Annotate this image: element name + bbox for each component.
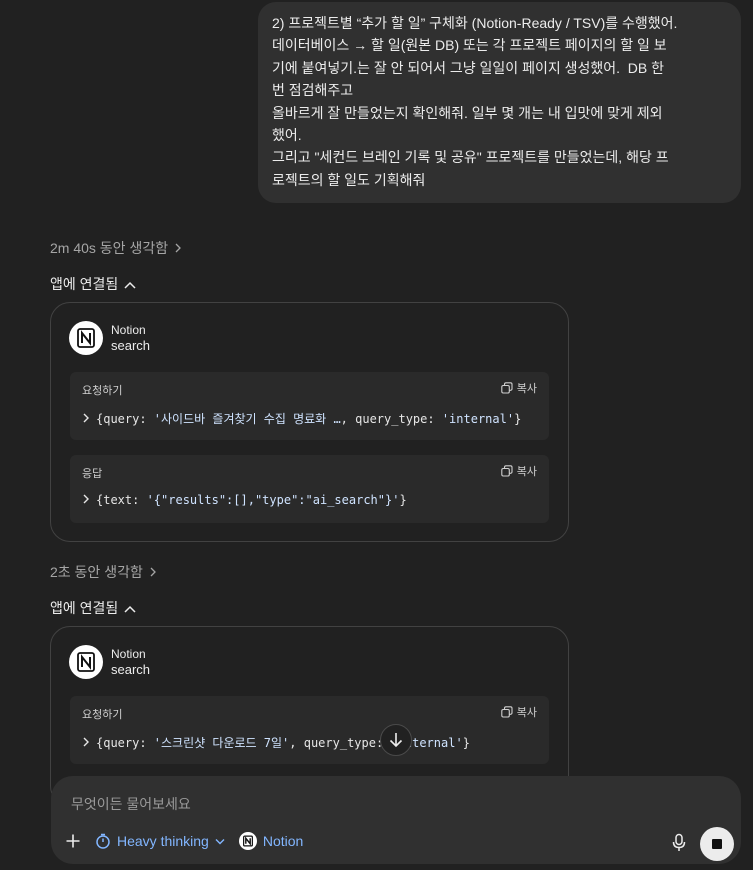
- stop-icon: [712, 839, 722, 849]
- copy-button[interactable]: 복사: [501, 463, 537, 479]
- scroll-to-bottom-button[interactable]: [380, 724, 412, 756]
- user-message-line: 로젝트의 할 일도 기획해줘: [272, 171, 426, 188]
- request-code[interactable]: {query: '사이드바 즐겨찾기 수집 명료화 …, query_type:…: [82, 410, 521, 427]
- copy-label: 복사: [516, 707, 537, 719]
- notion-logo-icon: [238, 832, 257, 850]
- user-message-line: 번 점검해주고: [272, 82, 354, 99]
- plus-icon: [66, 834, 80, 848]
- code-text: , query_type:: [289, 736, 391, 750]
- tool-app-name: Notion: [111, 647, 146, 661]
- copy-icon: [501, 465, 513, 477]
- prompt-input[interactable]: [69, 792, 673, 816]
- thinking-duration-label: 2m 40s 동안 생각함: [50, 240, 169, 256]
- tool-call-header: Notion search: [69, 645, 150, 679]
- code-string: '사이드바 즐겨찾기 수집 명료화 …: [153, 412, 341, 426]
- chevron-right-icon: [82, 412, 90, 426]
- add-attachment-button[interactable]: [65, 833, 81, 849]
- timer-icon: [96, 833, 110, 849]
- notion-logo-icon: [69, 645, 103, 679]
- chevron-right-icon: [82, 493, 90, 507]
- connected-apps-toggle[interactable]: 앱에 연결됨: [50, 274, 136, 294]
- copy-label: 복사: [516, 466, 537, 478]
- user-message-line: 했어.: [272, 127, 302, 144]
- thinking-mode-selector[interactable]: Heavy thinking: [95, 833, 225, 849]
- code-string: 'internal': [441, 412, 515, 426]
- chevron-right-icon: [174, 240, 182, 256]
- user-message-line: 데이터베이스 → 할 일(원본 DB) 또는 각 프로젝트 페이지의 할 일 보: [272, 37, 667, 54]
- request-label: 요청하기: [82, 709, 123, 721]
- request-panel: 요청하기 복사 {query: '사이드바 즐겨찾기 수집 명료화 …, que…: [70, 372, 549, 440]
- user-message-line: 기에 붙여넣기.는 잘 안 되어서 그냥 일일이 페이지 생성했어. DB 한: [272, 59, 665, 76]
- request-panel: 요청하기 복사 {query: '스크린샷 다운로드 7일', query_ty…: [70, 696, 549, 764]
- code-text: }: [514, 412, 522, 426]
- user-message-bubble: 2) 프로젝트별 “추가 할 일” 구체화 (Notion-Ready / TS…: [258, 2, 741, 204]
- code-text: , query_type:: [340, 412, 442, 426]
- code-text: {query:: [96, 412, 154, 426]
- thinking-duration-toggle[interactable]: 2초 동안 생각함: [50, 562, 157, 582]
- user-message-line: 그리고 "세컨드 브레인 기록 및 공유" 프로젝트를 만들었는데, 해당 프: [272, 149, 669, 166]
- tool-name: search: [111, 338, 151, 353]
- connected-apps-toggle[interactable]: 앱에 연결됨: [50, 598, 136, 618]
- thinking-duration-label: 2초 동안 생각함: [50, 564, 143, 580]
- copy-label: 복사: [516, 383, 537, 395]
- thinking-duration-toggle[interactable]: 2m 40s 동안 생각함: [50, 238, 182, 258]
- tool-call-card: Notion search 요청하기 복사 {query: '사이드바 즐겨찾기…: [50, 302, 569, 542]
- code-text: }: [462, 736, 470, 750]
- notion-logo-icon: [69, 321, 103, 355]
- response-code[interactable]: {text: '{"results":[],"type":"ai_search"…: [82, 493, 407, 507]
- copy-icon: [501, 706, 513, 718]
- arrow-down-icon: [389, 733, 403, 748]
- chevron-up-icon: [124, 600, 136, 616]
- copy-icon: [501, 382, 513, 394]
- copy-button[interactable]: 복사: [501, 380, 537, 396]
- user-message-line: 2) 프로젝트별 “추가 할 일” 구체화 (Notion-Ready / TS…: [272, 15, 678, 31]
- code-text: {query:: [96, 736, 154, 750]
- connected-apps-label: 앱에 연결됨: [50, 276, 119, 292]
- connector-label: Notion: [262, 833, 304, 849]
- notion-connector-chip[interactable]: Notion: [238, 832, 304, 850]
- user-message-line: 올바르게 잘 만들었는지 확인해줘. 일부 몇 개는 내 입맛에 맞게 제외: [272, 104, 663, 121]
- thinking-mode-label: Heavy thinking: [117, 833, 209, 849]
- microphone-button[interactable]: [671, 833, 687, 858]
- tool-call-header: Notion search: [69, 321, 150, 355]
- code-string: '스크린샷 다운로드 7일': [153, 736, 290, 750]
- code-text: {text:: [96, 493, 147, 507]
- chevron-right-icon: [149, 564, 157, 580]
- chevron-down-icon: [215, 838, 225, 844]
- response-label: 응답: [82, 468, 103, 480]
- tool-name: search: [111, 662, 151, 677]
- chevron-right-icon: [82, 736, 90, 750]
- stop-generating-button[interactable]: [700, 827, 734, 861]
- response-panel: 응답 복사 {text: '{"results":[],"type":"ai_s…: [70, 455, 549, 523]
- microphone-icon: [672, 833, 686, 851]
- chevron-up-icon: [124, 276, 136, 292]
- code-string: '{"results":[],"type":"ai_search"}': [146, 493, 400, 507]
- message-composer: Heavy thinking Notion: [51, 776, 741, 864]
- request-label: 요청하기: [82, 385, 123, 397]
- code-text: }: [399, 493, 407, 507]
- connected-apps-label: 앱에 연결됨: [50, 600, 119, 616]
- copy-button[interactable]: 복사: [501, 704, 537, 720]
- tool-app-name: Notion: [111, 323, 146, 337]
